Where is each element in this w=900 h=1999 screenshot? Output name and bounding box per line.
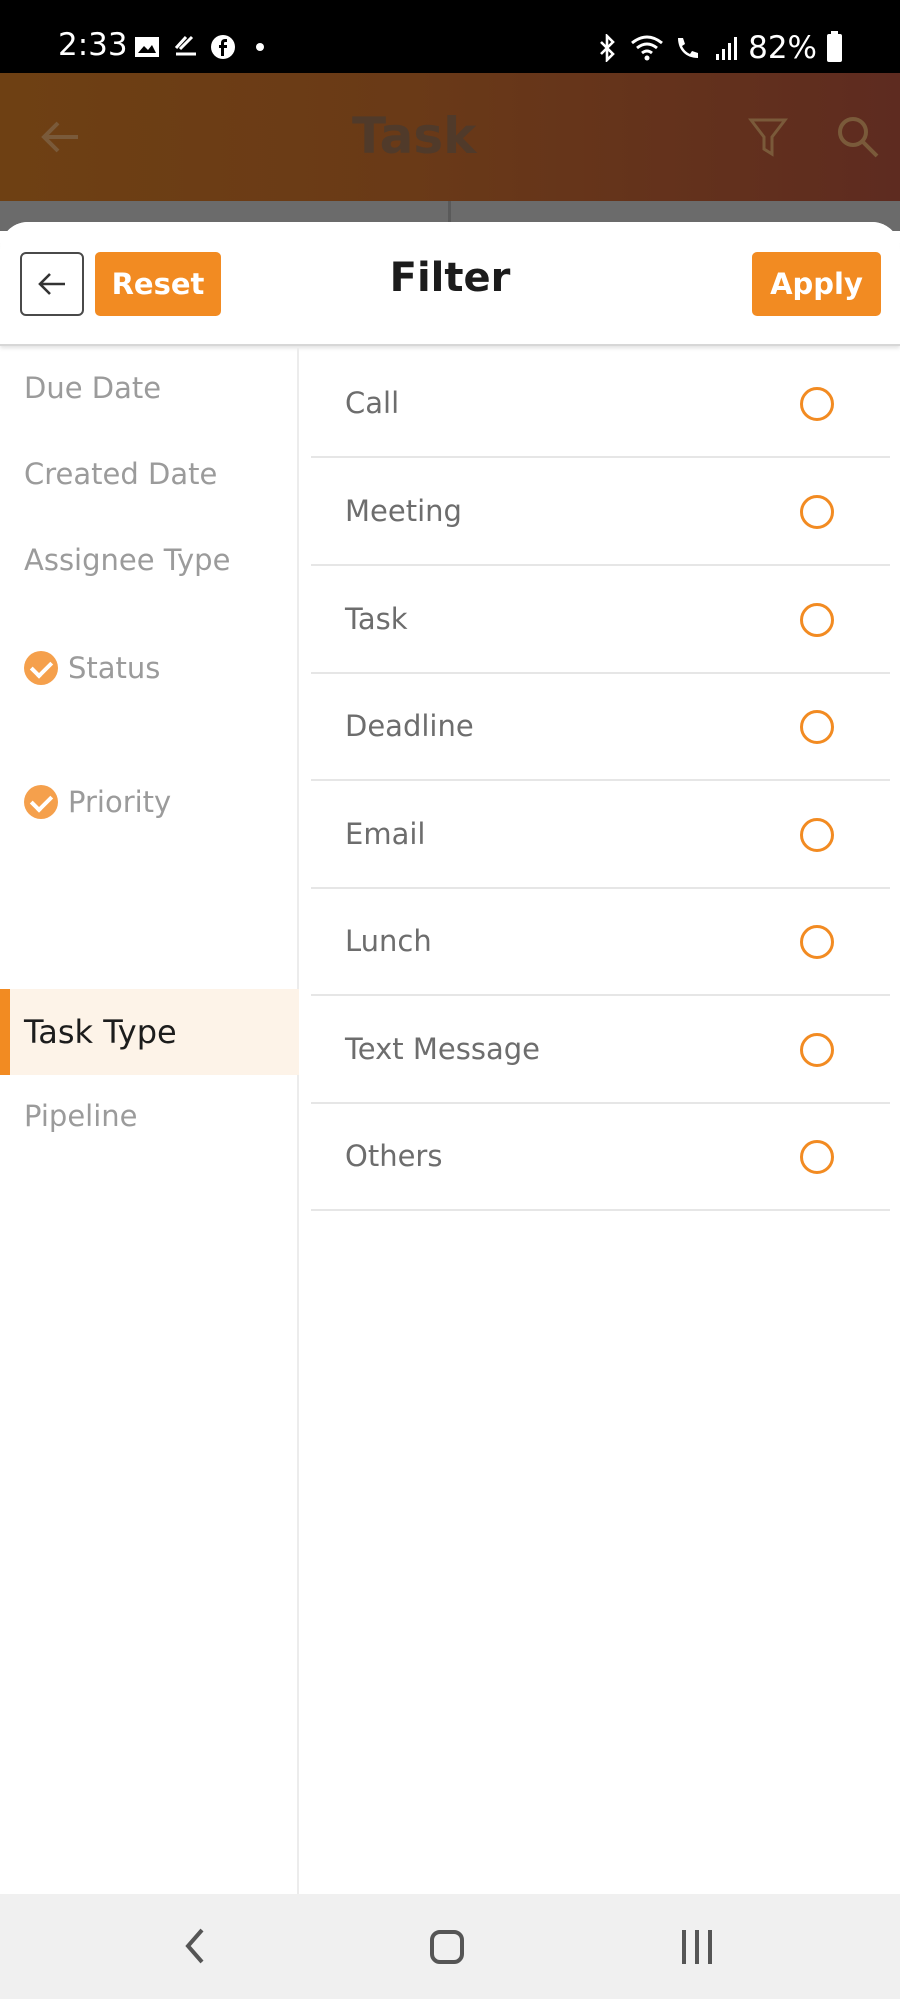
status-bar: 2:33 82% (0, 0, 900, 73)
radio-button[interactable] (800, 387, 834, 421)
category-label: Due Date (24, 371, 162, 405)
bluetooth-icon (600, 34, 615, 62)
volte-call-icon (678, 38, 699, 58)
system-indicators: 82% (594, 30, 842, 66)
filter-header: Reset Filter Apply (0, 222, 900, 346)
option-task[interactable]: Task (311, 566, 890, 674)
category-task-type[interactable]: Task Type (0, 989, 299, 1075)
option-deadline[interactable]: Deadline (311, 673, 890, 781)
radio-button[interactable] (800, 925, 834, 959)
category-label: Created Date (24, 457, 218, 491)
back-arrow-icon (41, 121, 78, 153)
option-label: Deadline (345, 709, 474, 743)
search-icon (838, 117, 879, 158)
radio-button[interactable] (800, 818, 834, 852)
option-label: Lunch (345, 924, 432, 958)
option-meeting[interactable]: Meeting (311, 458, 890, 566)
category-pipeline[interactable]: Pipeline (0, 1076, 299, 1156)
filter-icon (748, 118, 788, 157)
category-assignee-type[interactable]: Assignee Type (0, 520, 299, 600)
wifi-icon (631, 35, 664, 61)
sync-icon (174, 35, 196, 56)
facebook-icon (211, 35, 235, 59)
filter-sheet: Reset Filter Apply Due Date Created Date… (0, 222, 900, 1894)
nav-home-icon[interactable] (430, 1930, 464, 1964)
battery-percent: 82% (748, 30, 817, 66)
notification-icons (134, 34, 264, 60)
radio-button[interactable] (800, 710, 834, 744)
app-title: Task (352, 107, 477, 165)
category-label: Status (68, 651, 161, 685)
radio-button[interactable] (800, 495, 834, 529)
category-label: Pipeline (24, 1099, 138, 1133)
category-label: Priority (68, 785, 172, 819)
nav-recents-icon[interactable] (682, 1930, 712, 1964)
nav-back-icon[interactable] (180, 1924, 210, 1968)
more-notifications-dot (256, 43, 264, 51)
option-label: Email (345, 817, 426, 851)
option-label: Call (345, 386, 400, 420)
gallery-icon (135, 37, 159, 57)
radio-button[interactable] (800, 603, 834, 637)
option-lunch[interactable]: Lunch (311, 888, 890, 996)
option-label: Text Message (345, 1032, 540, 1066)
filter-category-list: Due Date Created Date Assignee Type Stat… (0, 348, 299, 1894)
category-created-date[interactable]: Created Date (0, 434, 299, 514)
radio-button[interactable] (800, 1033, 834, 1067)
category-label: Assignee Type (24, 543, 231, 577)
app-bar: Task (0, 73, 900, 201)
radio-button[interactable] (800, 1140, 834, 1174)
option-call[interactable]: Call (311, 350, 890, 458)
option-label: Others (345, 1139, 443, 1173)
category-label: Task Type (24, 1013, 177, 1051)
check-icon (24, 651, 58, 685)
system-nav-bar (0, 1894, 900, 1999)
option-label: Meeting (345, 494, 462, 528)
option-email[interactable]: Email (311, 781, 890, 889)
category-status[interactable]: Status (0, 610, 299, 726)
option-text-message[interactable]: Text Message (311, 996, 890, 1104)
category-priority[interactable]: Priority (0, 744, 299, 860)
option-label: Task (345, 602, 408, 636)
battery-icon (827, 31, 842, 62)
status-time: 2:33 (58, 27, 128, 63)
category-due-date[interactable]: Due Date (0, 348, 299, 428)
check-icon (24, 785, 58, 819)
signal-icon (716, 37, 738, 60)
option-others[interactable]: Others (311, 1103, 890, 1211)
apply-button[interactable]: Apply (752, 252, 881, 316)
